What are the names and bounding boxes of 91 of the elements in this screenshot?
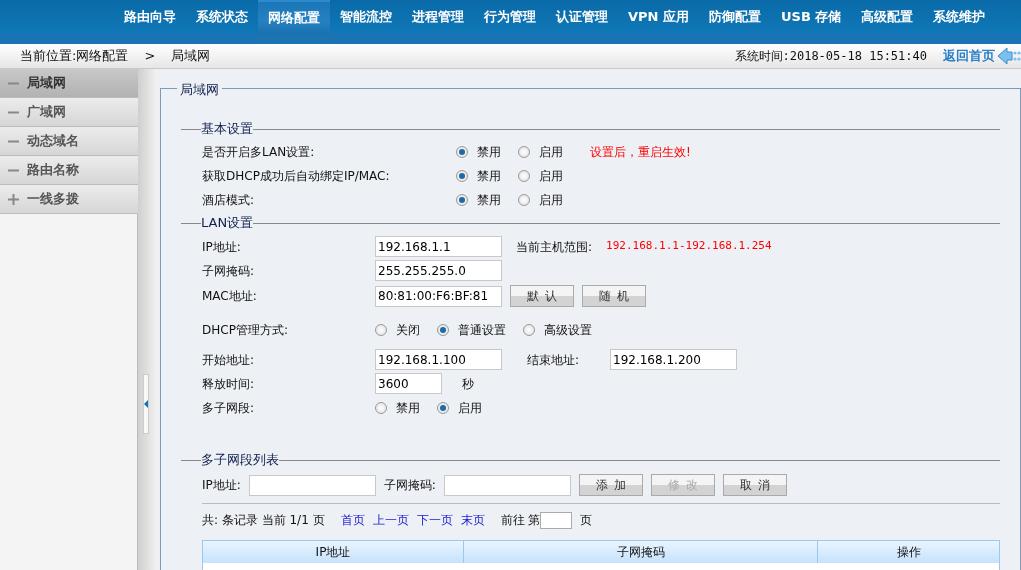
page-suffix: 页 bbox=[580, 512, 593, 529]
radio-button[interactable] bbox=[456, 194, 468, 206]
next-page-link[interactable]: 下一页 bbox=[416, 511, 453, 529]
field-label: IP地址: bbox=[202, 477, 241, 494]
breadcrumb-location: 当前位置:网络配置 bbox=[20, 47, 129, 66]
sidebar-item[interactable]: 一线多拨 bbox=[0, 185, 138, 214]
radio-label: 关闭 bbox=[396, 322, 420, 339]
field-label: MAC地址: bbox=[202, 288, 258, 305]
field-label: 子网掩码: bbox=[383, 477, 436, 494]
field-label: DHCP管理方式: bbox=[202, 322, 289, 339]
text-field[interactable]: 255.255.255.0 bbox=[375, 260, 502, 281]
radio-label: 启用 bbox=[539, 192, 563, 209]
text-field[interactable]: 3600 bbox=[375, 373, 442, 394]
radio-button[interactable] bbox=[523, 324, 535, 336]
home-link[interactable]: 返回首页 bbox=[943, 46, 995, 66]
back-arrow-icon[interactable] bbox=[997, 47, 1021, 65]
radio-label: 禁用 bbox=[477, 144, 501, 161]
nav-tab[interactable]: 认证管理 bbox=[546, 0, 618, 34]
system-time: 系统时间:2018-05-18 15:51:40 bbox=[734, 48, 927, 65]
nav-tab[interactable]: 防御配置 bbox=[699, 0, 771, 34]
field-label: 释放时间: bbox=[202, 375, 256, 393]
radio-button[interactable] bbox=[375, 324, 387, 336]
page-field[interactable] bbox=[540, 511, 573, 529]
field-label: 多子网段: bbox=[202, 399, 256, 417]
section-title: LAN设置 bbox=[201, 214, 254, 233]
nav-tab[interactable]: USB 存储 bbox=[771, 0, 852, 34]
nav-tab[interactable]: 系统状态 bbox=[186, 0, 258, 34]
radio-label: 普通设置 bbox=[458, 322, 506, 339]
radio-label: 启用 bbox=[539, 144, 563, 161]
radio-button[interactable] bbox=[375, 401, 387, 414]
radio-button[interactable] bbox=[518, 146, 530, 158]
text-field[interactable]: 80:81:00:F6:BF:81 bbox=[375, 285, 502, 307]
column-header: IP地址 bbox=[203, 541, 464, 563]
field-label: 子网掩码: bbox=[202, 262, 256, 280]
default-button[interactable]: 默认 bbox=[510, 285, 574, 307]
section-title: 基本设置 bbox=[201, 120, 253, 139]
radio-label: 禁用 bbox=[396, 399, 420, 417]
radio-label: 禁用 bbox=[477, 192, 501, 209]
random-button[interactable]: 随机 bbox=[582, 285, 646, 307]
radio-label: 高级设置 bbox=[544, 322, 592, 339]
radio-button[interactable] bbox=[437, 324, 449, 336]
field-label: IP地址: bbox=[202, 238, 242, 256]
nav-tab[interactable]: 系统维护 bbox=[923, 0, 996, 34]
text-field[interactable]: 192.168.1.100 bbox=[375, 349, 502, 370]
last-page-link[interactable]: 末页 bbox=[460, 511, 485, 529]
cancel-button[interactable]: 取消 bbox=[722, 474, 787, 496]
plus-icon bbox=[8, 193, 19, 205]
field-label: 结束地址: bbox=[527, 351, 581, 369]
add-button[interactable]: 添加 bbox=[578, 474, 643, 496]
radio-label: 启用 bbox=[458, 399, 482, 417]
nav-tab[interactable]: 智能流控 bbox=[330, 0, 402, 34]
column-header: 子网掩码 bbox=[464, 541, 818, 563]
range-value: 192.168.1.1-192.168.1.254 bbox=[606, 238, 772, 255]
unit-label: 秒 bbox=[462, 375, 474, 393]
nav-tab[interactable]: 网络配置 bbox=[258, 0, 330, 34]
radio-button[interactable] bbox=[437, 401, 449, 414]
radio-label: 启用 bbox=[539, 168, 563, 185]
radio-button[interactable] bbox=[456, 170, 468, 182]
radio-label: 禁用 bbox=[477, 168, 501, 185]
nav-tab[interactable]: VPN 应用 bbox=[618, 0, 699, 34]
field-label: 是否开启多LAN设置: bbox=[202, 144, 316, 161]
radio-button[interactable] bbox=[518, 194, 530, 206]
breadcrumb-current: 局域网 bbox=[171, 47, 211, 66]
sidebar-item[interactable]: 路由名称 bbox=[0, 156, 138, 185]
section-title: 多子网段列表 bbox=[201, 451, 279, 470]
text-field[interactable] bbox=[248, 474, 376, 496]
nav-tab[interactable]: 路由向导 bbox=[114, 0, 186, 34]
notice-text: 设置后，重启生效! bbox=[590, 144, 691, 161]
breadcrumb-separator: > bbox=[144, 47, 156, 66]
field-label: 获取DHCP成功后自动绑定IP/MAC: bbox=[202, 168, 391, 185]
radio-button[interactable] bbox=[518, 170, 530, 182]
sidebar-item[interactable]: 局域网 bbox=[0, 69, 138, 98]
collapse-arrow-icon bbox=[144, 400, 148, 408]
field-label: 酒店模式: bbox=[202, 192, 256, 209]
nav-tab[interactable]: 进程管理 bbox=[402, 0, 474, 34]
field-label: 开始地址: bbox=[202, 351, 256, 369]
field-label: 当前主机范围: bbox=[516, 238, 593, 256]
nav-tab[interactable]: 高级配置 bbox=[851, 0, 924, 34]
first-page-link[interactable]: 首页 bbox=[340, 511, 365, 529]
radio-button[interactable] bbox=[456, 146, 468, 158]
sidebar-item[interactable]: 动态域名 bbox=[0, 127, 138, 156]
column-header: 操作 bbox=[818, 541, 999, 563]
nav-tab[interactable]: 行为管理 bbox=[474, 0, 546, 34]
pagination-summary: 共: 条记录 当前 1/1 页 bbox=[202, 512, 325, 529]
text-field[interactable] bbox=[443, 474, 571, 496]
text-field[interactable]: 192.168.1.1 bbox=[375, 236, 502, 257]
previous-page-link[interactable]: 上一页 bbox=[372, 511, 409, 529]
splitter-handle[interactable] bbox=[143, 374, 149, 434]
text-field[interactable]: 192.168.1.200 bbox=[610, 349, 737, 370]
sidebar-item[interactable]: 广域网 bbox=[0, 98, 138, 127]
goto-label: 前往 第 bbox=[500, 512, 541, 529]
